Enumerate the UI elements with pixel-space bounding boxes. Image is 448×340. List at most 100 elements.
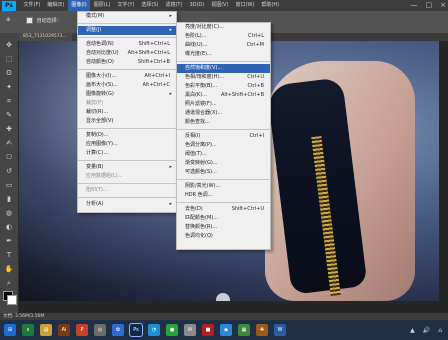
menu-item[interactable]: 阈值(T)... xyxy=(177,150,270,159)
menu-item[interactable]: 替换颜色(R)... xyxy=(177,223,270,232)
minimize-icon[interactable]: — xyxy=(411,1,418,9)
menu-item[interactable]: 3D(D) xyxy=(186,0,208,11)
menu-item[interactable]: 自动色调(N) Shift+Ctrl+L xyxy=(78,40,176,49)
app-icon-4[interactable]: ■ xyxy=(202,324,214,336)
menu-item[interactable]: 帮助(H) xyxy=(258,0,283,11)
gradient-tool-icon[interactable]: ▮ xyxy=(3,195,15,203)
menu-item[interactable]: 通道混合器(X)... xyxy=(177,109,270,118)
menu-item[interactable]: 滤镜(T) xyxy=(162,0,186,11)
marquee-tool-icon[interactable]: ⬚ xyxy=(3,55,15,63)
menu-item[interactable]: 变量(B) ▸ xyxy=(78,163,176,172)
menu-item[interactable]: 曝光度(E)... xyxy=(177,50,270,59)
menu-item[interactable]: 照片滤镜(F)... xyxy=(177,100,270,109)
menu-item[interactable]: 黑白(K)... Alt+Shift+Ctrl+B xyxy=(177,91,270,100)
menu-item[interactable]: 编辑(E) xyxy=(44,0,68,11)
menu-item[interactable]: 反相(I) Ctrl+I xyxy=(177,132,270,141)
type-tool-icon[interactable]: T xyxy=(3,251,15,259)
magic-wand-tool-icon[interactable]: ✦ xyxy=(3,83,15,91)
app-icon-7[interactable]: ✚ xyxy=(256,324,268,336)
healing-tool-icon[interactable]: ✚ xyxy=(3,125,15,133)
excel-icon[interactable]: x xyxy=(22,324,34,336)
app-icon-1[interactable]: ◎ xyxy=(94,324,106,336)
menu-item[interactable]: 应用图像(Y)... xyxy=(78,140,176,149)
menu-item[interactable]: 图像大小(I)... Alt+Ctrl+I xyxy=(78,72,176,81)
menu-item[interactable]: 渐变映射(G)... xyxy=(177,159,270,168)
auto-select-option[interactable]: 自动选择： xyxy=(26,17,62,24)
menu-item[interactable]: 曲线(U)... Ctrl+M xyxy=(177,41,270,50)
browser-icon[interactable]: ◔ xyxy=(148,324,160,336)
menu-item[interactable]: 计算(C)... xyxy=(78,149,176,158)
menu-item[interactable]: 选择(S) xyxy=(138,0,162,11)
app-icon-2[interactable]: ✿ xyxy=(112,324,124,336)
menu-item-label: 替换颜色(R)... xyxy=(185,224,218,230)
menu-item[interactable]: 阴影/高光(W)... xyxy=(177,182,270,191)
start-icon[interactable]: ⊞ xyxy=(4,324,16,336)
menu-item[interactable]: 色相/饱和度(H)... Ctrl+U xyxy=(177,73,270,82)
menu-item[interactable]: 自动颜色(O) Shift+Ctrl+B xyxy=(78,58,176,67)
chrome-icon[interactable]: ● xyxy=(166,324,178,336)
document-tab[interactable]: 853_7131029573... xyxy=(18,33,72,41)
menu-separator xyxy=(78,69,176,70)
background-color-swatch[interactable] xyxy=(7,295,17,305)
auto-select-checkbox[interactable] xyxy=(26,17,33,24)
powerpoint-icon[interactable]: P xyxy=(76,324,88,336)
close-icon[interactable]: × xyxy=(440,1,446,9)
menu-item[interactable]: 视图(V) xyxy=(208,0,232,11)
menu-item[interactable]: 调整(J) ▸ xyxy=(78,26,176,35)
menu-separator xyxy=(78,128,176,129)
menu-item[interactable]: 色调分离(P)... xyxy=(177,141,270,150)
menu-item[interactable]: 自然饱和度(V)... xyxy=(177,64,270,73)
brush-tool-icon[interactable]: ✍ xyxy=(3,139,15,147)
network-icon[interactable]: ⌂ xyxy=(438,327,442,334)
menu-item[interactable]: HDR 色调... xyxy=(177,191,270,200)
menu-separator xyxy=(78,23,176,24)
menu-item[interactable]: 窗口(W) xyxy=(232,0,258,11)
menu-item[interactable]: 图层(L) xyxy=(90,0,114,11)
eyedropper-tool-icon[interactable]: ✎ xyxy=(3,111,15,119)
menu-item[interactable]: 自动对比度(U) Alt+Shift+Ctrl+L xyxy=(78,49,176,58)
menu-item[interactable]: 颜色查找... xyxy=(177,118,270,127)
history-brush-tool-icon[interactable]: ↺ xyxy=(3,167,15,175)
menu-item[interactable]: 去色(D) Shift+Ctrl+U xyxy=(177,205,270,214)
move-tool-icon[interactable]: ⊕ xyxy=(6,17,10,23)
volume-icon[interactable]: 🔊 xyxy=(423,327,430,334)
move-tool-icon[interactable]: ✥ xyxy=(3,41,15,49)
blur-tool-icon[interactable]: ◍ xyxy=(3,209,15,217)
menu-item[interactable]: 图像旋转(G) ▸ xyxy=(78,90,176,99)
menu-item[interactable]: 可选颜色(S)... xyxy=(177,168,270,177)
maximize-icon[interactable]: □ xyxy=(426,1,433,9)
menu-item[interactable]: 色彩平衡(B)... Ctrl+B xyxy=(177,82,270,91)
illustrator-icon[interactable]: Ai xyxy=(58,324,70,336)
zoom-tool-icon[interactable]: ⌕ xyxy=(3,279,15,287)
tray-expand-icon[interactable]: ▲ xyxy=(410,327,415,334)
menu-item[interactable]: 裁切(R)... xyxy=(78,108,176,117)
menu-item[interactable]: 复制(D)... xyxy=(78,131,176,140)
hand-tool-icon[interactable]: ✋ xyxy=(3,265,15,273)
menu-item[interactable]: 模式(M) ▸ xyxy=(78,12,176,21)
menu-item[interactable]: 文字(Y) xyxy=(114,0,138,11)
app-icon-6[interactable]: ▦ xyxy=(238,324,250,336)
photoshop-icon[interactable]: Ps xyxy=(129,323,143,337)
word-icon[interactable]: W xyxy=(274,324,286,336)
menu-item[interactable]: 分析(A) ▸ xyxy=(78,200,176,209)
menu-item[interactable]: 色调均化(Q) xyxy=(177,232,270,241)
lasso-tool-icon[interactable]: ʘ xyxy=(3,69,15,77)
menu-item[interactable]: 匹配颜色(M)... xyxy=(177,214,270,223)
crop-tool-icon[interactable]: ⌗ xyxy=(3,97,15,105)
menu-item-label: 自然饱和度(V)... xyxy=(185,65,223,71)
pen-tool-icon[interactable]: ✒ xyxy=(3,237,15,245)
menu-item[interactable]: 显示全部(V) xyxy=(78,117,176,126)
eraser-tool-icon[interactable]: ▭ xyxy=(3,181,15,189)
menu-item[interactable]: 色阶(L)... Ctrl+L xyxy=(177,32,270,41)
menu-item-label: 色相/饱和度(H)... xyxy=(185,74,225,80)
dodge-tool-icon[interactable]: ◐ xyxy=(3,223,15,231)
menu-item-label: 模式(M) xyxy=(86,13,105,19)
app-icon-5[interactable]: ◆ xyxy=(220,324,232,336)
menu-image[interactable]: 图像(I) xyxy=(67,0,91,11)
stamp-tool-icon[interactable]: ⎔ xyxy=(3,153,15,161)
menu-item[interactable]: 画布大小(S)... Alt+Ctrl+C xyxy=(78,81,176,90)
app-icon-3[interactable]: ✉ xyxy=(184,324,196,336)
menu-item[interactable]: 亮度/对比度(C)... xyxy=(177,23,270,32)
explorer-icon[interactable]: ▤ xyxy=(40,324,52,336)
menu-item[interactable]: 文件(F) xyxy=(20,0,44,11)
